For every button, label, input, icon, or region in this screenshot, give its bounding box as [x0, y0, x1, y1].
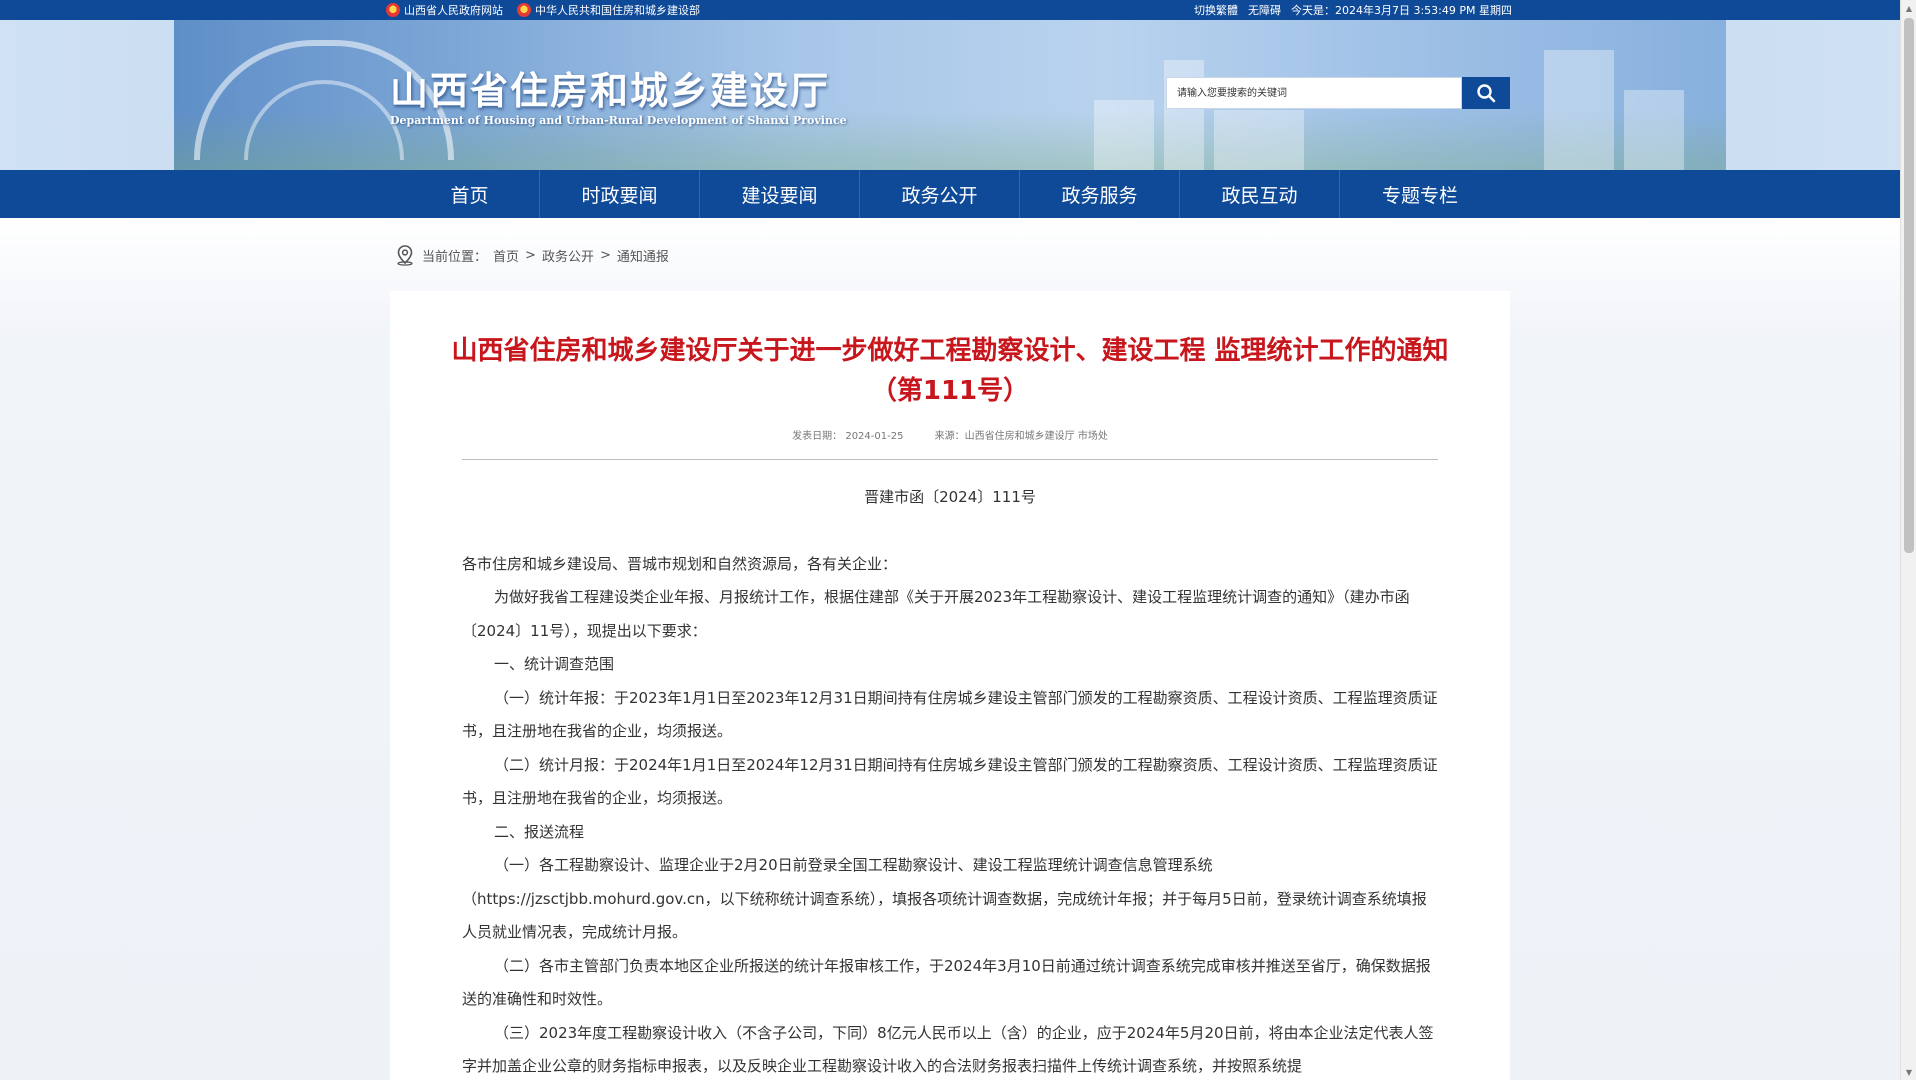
breadcrumb-separator: > [525, 247, 536, 263]
breadcrumb: 当前位置： 首页 > 政务公开 > 通知通报 [394, 244, 669, 266]
article-paragraph: 二、报送流程 [494, 822, 585, 841]
site-subtitle: Department of Housing and Urban-Rural De… [390, 114, 847, 127]
article-body: 晋建市函〔2024〕111号 各市住房和城乡建设局、晋城市规划和自然资源局，各有… [462, 481, 1438, 1080]
breadcrumb-notices[interactable]: 通知通报 [617, 246, 669, 265]
accessibility-button[interactable]: 无障碍 [1248, 2, 1281, 18]
national-emblem-icon [517, 3, 531, 17]
article-paragraph: 为做好我省工程建设类企业年报、月报统计工作，根据住建部《关于开展2023年工程勘… [462, 588, 1410, 640]
article-date: 发表日期： 2024-01-25 [792, 431, 904, 442]
article-panel: 山西省住房和城乡建设厅关于进一步做好工程勘察设计、建设工程 监理统计工作的通知（… [390, 291, 1510, 1080]
national-emblem-icon [386, 3, 400, 17]
nav-item-gov-services[interactable]: 政务服务 [1020, 170, 1180, 218]
article-paragraph: （二）各市主管部门负责本地区企业所报送的统计年报审核工作，于2024年3月10日… [462, 956, 1431, 1009]
article-paragraph: 一、统计调查范围 [494, 655, 615, 673]
building-graphic [1214, 110, 1304, 170]
document-number: 晋建市函〔2024〕111号 [864, 488, 1036, 506]
article-paragraph: （二）统计月报：于2024年1月1日至2024年12月31日期间持有住房城乡建设… [462, 755, 1438, 808]
article-paragraph: 各市住房和城乡建设局、晋城市规划和自然资源局，各有关企业： [462, 554, 898, 573]
top-utility-bar: 山西省人民政府网站 中华人民共和国住房和城乡建设部 切换繁體 无障碍 今天是：2… [0, 0, 1900, 20]
nav-item-construction-news[interactable]: 建设要闻 [700, 170, 860, 218]
top-utility-right: 切换繁體 无障碍 今天是：2024年3月7日 3:53:49 PM 星期四 [1194, 2, 1512, 18]
site-title: 山西省住房和城乡建设厅 [390, 68, 831, 113]
search-icon [1477, 84, 1496, 103]
main-nav-list: 首页 时政要闻 建设要闻 政务公开 政务服务 政民互动 专题专栏 [400, 170, 1500, 218]
article-paragraph: （三）2023年度工程勘察设计收入（不含子公司，下同）8亿元人民币以上（含）的企… [462, 1023, 1434, 1076]
link-shanxi-gov[interactable]: 山西省人民政府网站 [386, 2, 503, 18]
nav-item-home[interactable]: 首页 [400, 170, 540, 218]
nav-item-news[interactable]: 时政要闻 [540, 170, 700, 218]
scroll-up-icon[interactable]: ▲ [1901, 0, 1916, 16]
current-date-time: 今天是：2024年3月7日 3:53:49 PM 星期四 [1290, 4, 1512, 17]
search-box [1166, 77, 1510, 109]
top-utility-inner: 山西省人民政府网站 中华人民共和国住房和城乡建设部 切换繁體 无障碍 今天是：2… [386, 0, 1512, 20]
building-graphic [1624, 90, 1684, 170]
link-shanxi-gov-label: 山西省人民政府网站 [404, 4, 503, 17]
main-nav: 首页 时政要闻 建设要闻 政务公开 政务服务 政民互动 专题专栏 [0, 170, 1900, 218]
search-button[interactable] [1462, 77, 1510, 109]
location-pin-icon [397, 245, 413, 266]
link-mohurd[interactable]: 中华人民共和国住房和城乡建设部 [517, 2, 700, 18]
header-banner: 山西省住房和城乡建设厅 Department of Housing and Ur… [0, 20, 1900, 170]
title-divider [462, 459, 1438, 460]
search-input[interactable] [1166, 77, 1462, 109]
article-paragraph: （一）统计年报：于2023年1月1日至2023年12月31日期间持有住房城乡建设… [462, 688, 1438, 741]
breadcrumb-label: 当前位置： [422, 249, 488, 265]
nav-item-gov-affairs-open[interactable]: 政务公开 [860, 170, 1020, 218]
scroll-down-icon[interactable]: ▼ [1901, 1064, 1916, 1080]
article-source: 来源：山西省住房和城乡建设厅 市场处 [934, 431, 1108, 442]
switch-traditional-button[interactable]: 切换繁體 [1194, 2, 1238, 18]
link-mohurd-label: 中华人民共和国住房和城乡建设部 [535, 4, 700, 17]
nav-item-special-topics[interactable]: 专题专栏 [1340, 170, 1500, 218]
breadcrumb-home[interactable]: 首页 [493, 246, 519, 265]
breadcrumb-gov-affairs[interactable]: 政务公开 [542, 246, 594, 265]
page-scrollbar[interactable]: ▲ ▼ [1900, 0, 1916, 1080]
article-paragraph: （一）各工程勘察设计、监理企业于2月20日前登录全国工程勘察设计、建设工程监理统… [462, 856, 1427, 941]
pagoda-graphic [1544, 50, 1614, 170]
nav-item-interaction[interactable]: 政民互动 [1180, 170, 1340, 218]
scrollbar-thumb[interactable] [1904, 18, 1914, 553]
external-links: 山西省人民政府网站 中华人民共和国住房和城乡建设部 [386, 2, 700, 18]
building-graphic [1094, 100, 1154, 170]
breadcrumb-separator: > [599, 247, 611, 263]
article-title: 山西省住房和城乡建设厅关于进一步做好工程勘察设计、建设工程 监理统计工作的通知（… [451, 336, 1449, 406]
article-meta: 发表日期： 2024-01-25 来源：山西省住房和城乡建设厅 市场处 [390, 427, 1510, 442]
